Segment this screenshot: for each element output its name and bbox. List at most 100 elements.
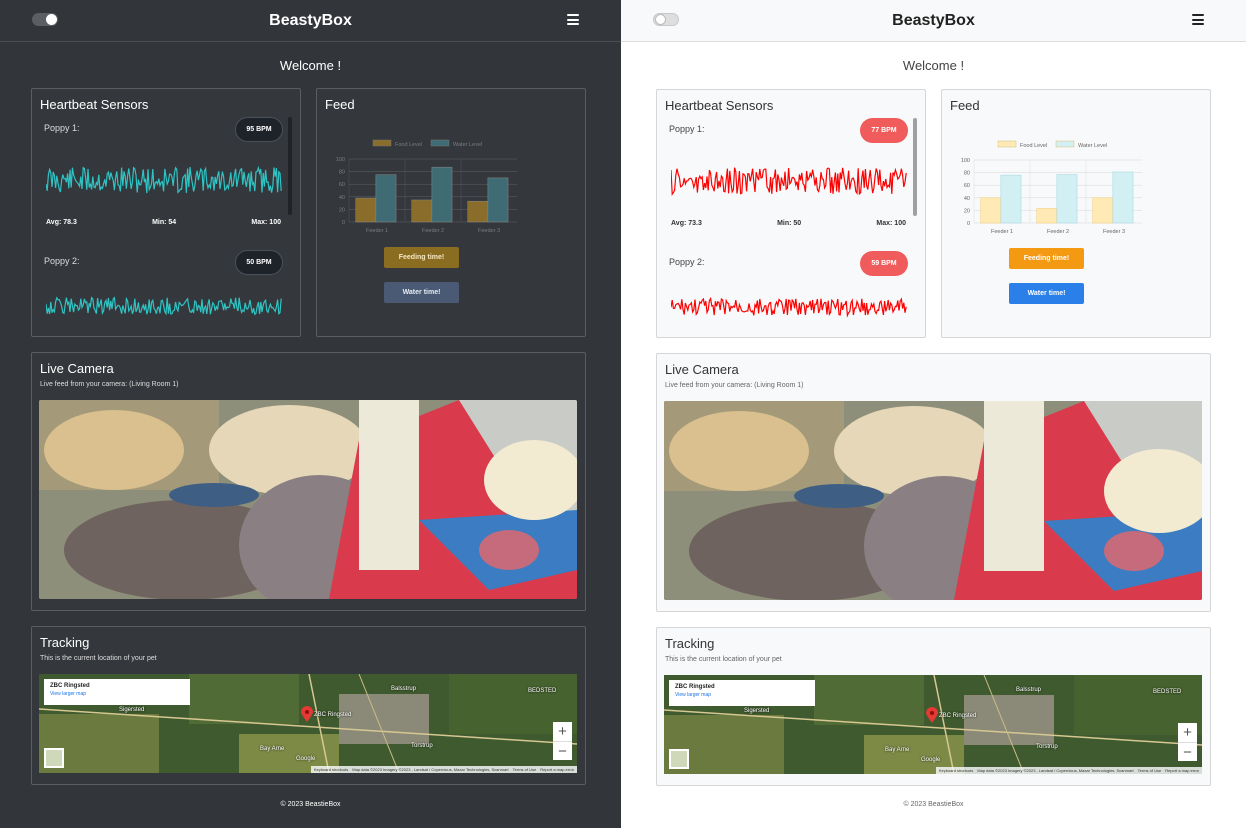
bar <box>1056 174 1078 224</box>
y-tick-label: 20 <box>339 207 345 213</box>
zoom-out-button[interactable]: − <box>553 741 572 760</box>
map-layer-toggle[interactable] <box>44 748 64 768</box>
tracking-subtitle: This is the current location of your pet <box>665 656 782 663</box>
terms-link[interactable]: Terms of Use <box>1138 768 1162 773</box>
camera-image <box>664 401 1202 600</box>
tracking-card: Tracking This is the current location of… <box>31 626 586 785</box>
x-tick-label: Feeder 2 <box>422 228 444 234</box>
heartbeat-line <box>671 167 907 196</box>
map-label-town-1: Sigersted <box>744 708 770 714</box>
map-attribution: Keyboard shortcuts Map data ©2023 Imager… <box>310 766 577 773</box>
heartbeat-stats-1: Avg: 73.3 Min: 50 Max: 100 <box>671 220 906 227</box>
bar <box>1036 208 1058 224</box>
map-label-bay: Bay Arne <box>885 747 910 753</box>
heartbeat-scrollbar[interactable] <box>288 117 292 215</box>
x-tick-label: Feeder 3 <box>1103 229 1125 235</box>
map-label-town-3: Balsstrup <box>1016 687 1042 693</box>
brand-title: BeastyBox <box>892 11 975 29</box>
report-error-link[interactable]: Report a map error <box>1165 768 1199 773</box>
heartbeat-title: Heartbeat Sensors <box>665 98 774 113</box>
y-tick-label: 60 <box>964 183 970 189</box>
y-tick-label: 40 <box>339 195 345 201</box>
bpm-badge-1: 95 BPM <box>235 117 283 142</box>
map-label-town-4: BEDSTED <box>1153 689 1182 695</box>
welcome-text: Welcome ! <box>902 58 965 73</box>
hamburger-menu-icon[interactable] <box>1192 14 1204 25</box>
camera-card: Live Camera Live feed from your camera: … <box>31 352 586 611</box>
zoom-in-button[interactable]: + <box>1178 723 1197 742</box>
report-error-link[interactable]: Report a map error <box>540 767 574 772</box>
map-place-name: ZBC Ringsted <box>675 684 715 690</box>
page-footer: © 2023 BeastieBox <box>903 801 964 808</box>
y-tick-label: 100 <box>961 158 970 164</box>
heartbeat-line <box>46 296 282 316</box>
heartbeat-wave-2 <box>671 296 907 318</box>
bar <box>980 197 1002 224</box>
feed-card: Feed Food Level Water Level 0 20 40 60 80 100 Fe… <box>941 89 1211 338</box>
bar <box>355 197 377 223</box>
feed-bar-chart: Food Level Water Level 0 20 40 60 80 100 Feeder … <box>336 139 517 234</box>
terms-link[interactable]: Terms of Use <box>513 767 537 772</box>
camera-subtitle: Live feed from your camera: (Living Room… <box>665 382 804 389</box>
zoom-in-button[interactable]: + <box>553 722 572 741</box>
x-tick-label: Feeder 3 <box>478 228 500 234</box>
map-info-box: ZBC Ringsted View larger map <box>44 679 190 705</box>
theme-toggle[interactable] <box>32 13 58 26</box>
y-tick-label: 0 <box>342 220 345 226</box>
view-larger-map-link[interactable]: View larger map <box>50 691 184 697</box>
google-logo: Google <box>921 757 941 763</box>
bar <box>487 177 509 223</box>
heartbeat-scrollbar[interactable] <box>913 118 917 216</box>
bar <box>1000 174 1022 224</box>
pet-name-1: Poppy 1: <box>44 123 80 133</box>
view-larger-map-link[interactable]: View larger map <box>675 692 809 698</box>
heartbeat-card: Heartbeat Sensors Poppy 1: 77 BPM Avg: 7… <box>656 89 926 338</box>
bpm-badge-2: 50 BPM <box>235 250 283 275</box>
zoom-out-button[interactable]: − <box>1178 742 1197 761</box>
hamburger-menu-icon[interactable] <box>567 14 579 25</box>
bar <box>1092 197 1114 224</box>
map-label-town-3: Balsstrup <box>391 686 417 692</box>
camera-feed[interactable] <box>39 400 577 599</box>
map-pin-icon[interactable] <box>926 707 938 724</box>
bar <box>411 199 433 223</box>
camera-feed[interactable] <box>664 401 1202 600</box>
map-pin-label: ZBC Ringsted <box>314 712 352 718</box>
map-label-bay: Bay Arne <box>260 746 285 752</box>
max-stat: Max: 100 <box>876 220 906 227</box>
heartbeat-line <box>46 165 282 194</box>
keyboard-shortcuts-link[interactable]: Keyboard shortcuts <box>314 767 348 772</box>
map-attribution: Keyboard shortcuts Map data ©2023 Imager… <box>935 767 1202 774</box>
feeding-time-button[interactable]: Feeding time! <box>384 247 459 268</box>
map-info-box: ZBC Ringsted View larger map <box>669 680 815 706</box>
legend-swatch <box>997 140 1017 148</box>
map-embed[interactable]: ZBC Ringsted Bay Arne Sigersted Torstrup… <box>39 674 577 773</box>
toggle-knob <box>655 14 666 25</box>
heartbeat-title: Heartbeat Sensors <box>40 97 149 112</box>
water-time-button[interactable]: Water time! <box>1009 283 1084 304</box>
toggle-knob <box>46 14 57 25</box>
feed-title: Feed <box>325 97 355 112</box>
theme-toggle[interactable] <box>653 13 679 26</box>
dark-theme-pane: BeastyBox Welcome ! Heartbeat Sensors Po… <box>0 0 621 828</box>
map-label-town-1: Sigersted <box>119 707 145 713</box>
map-embed[interactable]: ZBC Ringsted Bay Arne Sigersted Torstrup… <box>664 675 1202 774</box>
map-pin-icon[interactable] <box>301 706 313 723</box>
max-stat: Max: 100 <box>251 219 281 226</box>
water-time-button[interactable]: Water time! <box>384 282 459 303</box>
avg-stat: Avg: 73.3 <box>671 220 702 227</box>
legend-label: Food Level <box>1020 143 1047 149</box>
y-tick-label: 80 <box>339 170 345 176</box>
welcome-text: Welcome ! <box>279 58 342 73</box>
x-tick-label: Feeder 1 <box>991 229 1013 235</box>
keyboard-shortcuts-link[interactable]: Keyboard shortcuts <box>939 768 973 773</box>
brand-title: BeastyBox <box>269 11 352 29</box>
map-label-town-4: BEDSTED <box>528 688 557 694</box>
bar <box>431 166 453 223</box>
legend-swatch <box>430 139 450 147</box>
map-data-credit: Map data ©2023 Imagery ©2023 , Landsat /… <box>352 767 509 772</box>
map-layer-toggle[interactable] <box>669 749 689 769</box>
feeding-time-button[interactable]: Feeding time! <box>1009 248 1084 269</box>
heartbeat-wave-2 <box>46 296 282 316</box>
avg-stat: Avg: 78.3 <box>46 219 77 226</box>
